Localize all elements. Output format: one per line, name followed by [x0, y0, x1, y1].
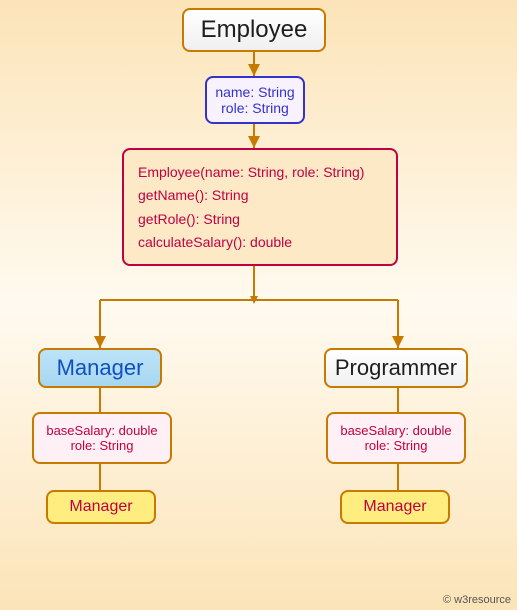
programmer-attributes-box: baseSalary: double role: String [326, 412, 466, 464]
manager-attributes-box: baseSalary: double role: String [32, 412, 172, 464]
employee-method-line: calculateSalary(): double [138, 234, 382, 250]
employee-methods-box: Employee(name: String, role: String) get… [122, 148, 398, 266]
programmer-label-box: Manager [340, 490, 450, 524]
manager-label-text: Manager [69, 492, 132, 522]
programmer-attr-line: role: String [365, 438, 428, 453]
manager-label-box: Manager [46, 490, 156, 524]
employee-method-line: Employee(name: String, role: String) [138, 164, 382, 180]
manager-title-text: Manager [57, 350, 144, 386]
programmer-class-title: Programmer [324, 348, 468, 388]
employee-attr-line: name: String [215, 84, 294, 100]
employee-attributes-box: name: String role: String [205, 76, 305, 124]
manager-class-title: Manager [38, 348, 162, 388]
employee-attr-line: role: String [221, 100, 289, 116]
manager-attr-line: role: String [71, 438, 134, 453]
manager-attr-line: baseSalary: double [46, 423, 157, 438]
employee-title-text: Employee [201, 10, 308, 50]
employee-class-title: Employee [182, 8, 326, 52]
programmer-label-text: Manager [363, 492, 426, 522]
employee-method-line: getName(): String [138, 187, 382, 203]
programmer-title-text: Programmer [335, 350, 457, 386]
watermark-text: © w3resource [443, 594, 511, 606]
employee-method-line: getRole(): String [138, 211, 382, 227]
programmer-attr-line: baseSalary: double [340, 423, 451, 438]
